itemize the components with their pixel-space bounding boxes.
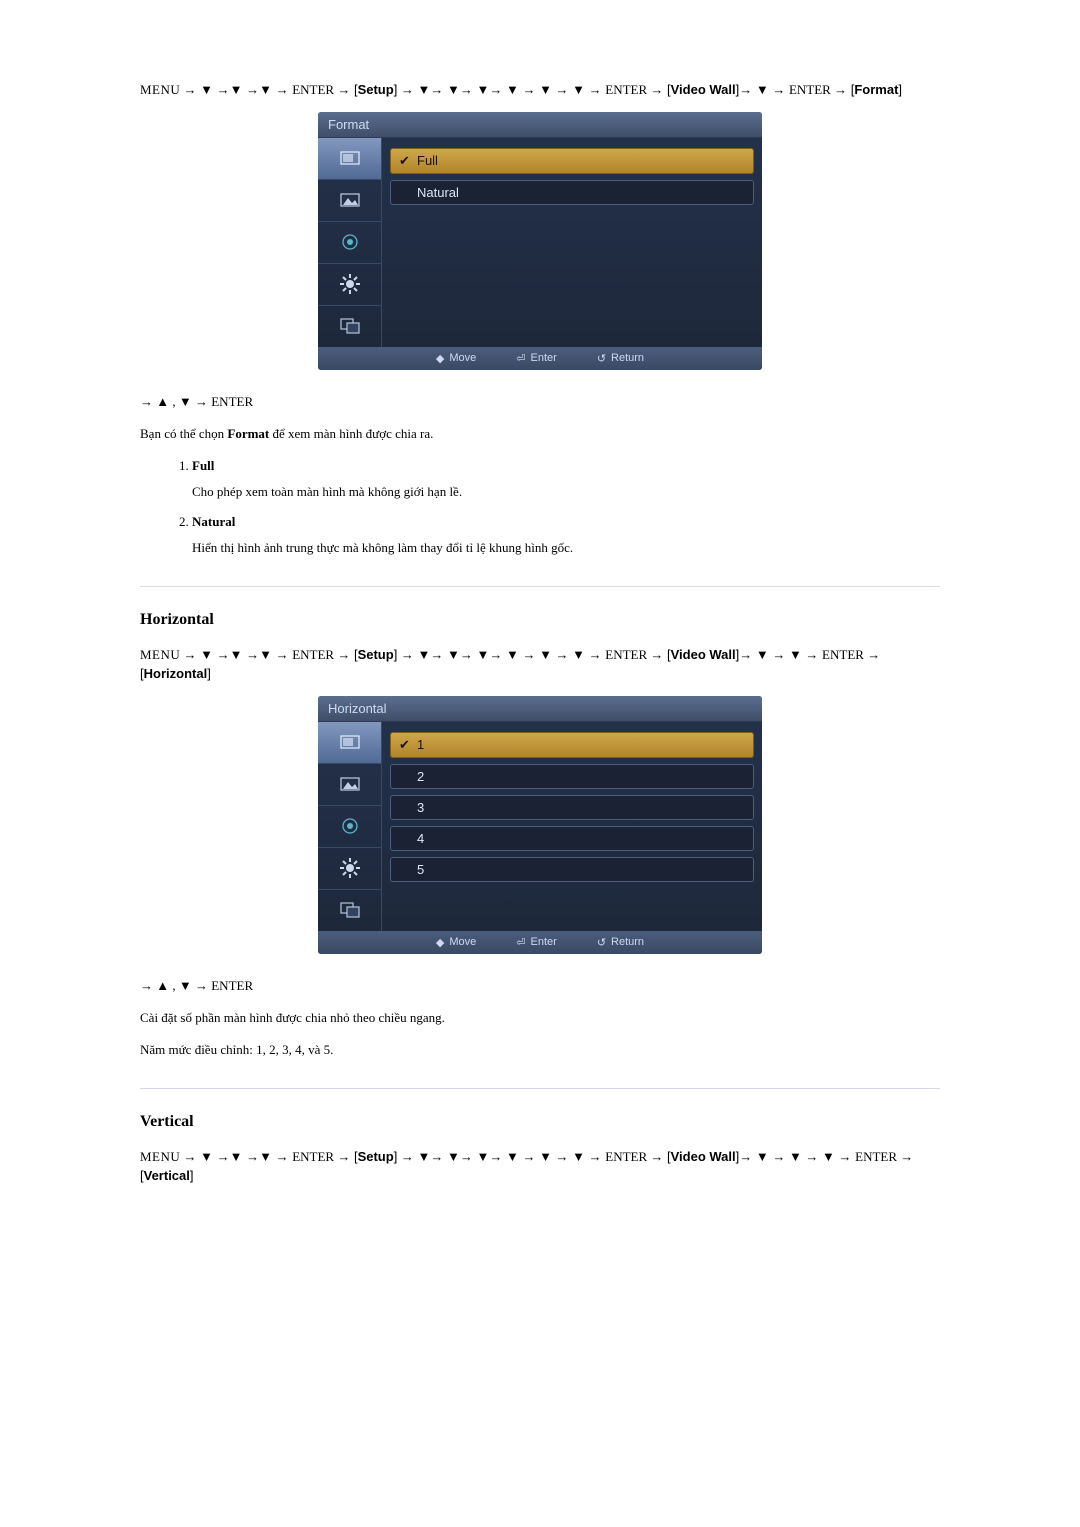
input-icon (339, 147, 361, 169)
picture-icon (339, 189, 361, 211)
osd-option-label: 5 (417, 862, 424, 877)
osd-menu-horizontal: Horizontal ✔ 1 2 3 4 5 ◆ Move (318, 696, 762, 954)
osd-sidebar (318, 138, 382, 347)
sidebar-setup[interactable] (318, 848, 382, 890)
osd-option-2[interactable]: 2 (390, 764, 754, 789)
osd-footer: ◆ Move ⏎ Enter ↺ Return (318, 931, 762, 954)
osd-option-label: 3 (417, 800, 424, 815)
footer-move: ◆ Move (436, 352, 476, 365)
separator (140, 1088, 940, 1089)
osd-option-label: Full (417, 153, 438, 168)
sidebar-sound[interactable] (318, 222, 382, 264)
osd-option-4[interactable]: 4 (390, 826, 754, 851)
input-icon (339, 731, 361, 753)
osd-title: Horizontal (318, 696, 762, 722)
osd-option-1[interactable]: ✔ 1 (390, 732, 754, 758)
check-icon: ✔ (399, 153, 409, 169)
nav-path-vertical: MENU → ▼ →▼ →▼ → ENTER → [Setup] → ▼→ ▼→… (140, 1147, 940, 1186)
enter-label: ENTER (605, 82, 647, 97)
osd-footer: ◆ Move ⏎ Enter ↺ Return (318, 347, 762, 370)
enter-label: ENTER (292, 82, 334, 97)
osd-options: ✔ Full Natural (382, 138, 762, 347)
osd-option-label: Natural (417, 185, 459, 200)
picture-icon (339, 773, 361, 795)
sidebar-sound[interactable] (318, 806, 382, 848)
gear-icon (339, 857, 361, 879)
list-item: Full Cho phép xem toàn màn hình mà không… (192, 458, 940, 500)
sidebar-picture[interactable] (318, 764, 382, 806)
format-description: Bạn có thể chọn Format để xem màn hình đ… (140, 426, 940, 442)
sidebar-input[interactable] (318, 138, 382, 180)
osd-sidebar (318, 722, 382, 931)
nav-post-horizontal: → ▲ , ▼ → ENTER (140, 978, 940, 994)
footer-return: ↺ Return (597, 936, 644, 949)
horizontal-body: Cài đặt số phần màn hình được chia nhỏ t… (140, 1010, 940, 1026)
osd-option-5[interactable]: 5 (390, 857, 754, 882)
gear-icon (339, 273, 361, 295)
desc-full: Cho phép xem toàn màn hình mà không giới… (192, 484, 940, 500)
nav-path-format: MENU → ▼ →▼ →▼ → ENTER → [Setup] → ▼→ ▼→… (140, 80, 940, 100)
format-tag: Format (854, 82, 898, 97)
osd-option-full[interactable]: ✔ Full (390, 148, 754, 174)
sidebar-multi[interactable] (318, 306, 382, 347)
multi-icon (339, 315, 361, 337)
osd-option-3[interactable]: 3 (390, 795, 754, 820)
osd-options: ✔ 1 2 3 4 5 (382, 722, 762, 931)
footer-return: ↺ Return (597, 352, 644, 365)
list-item: Natural Hiển thị hình ảnh trung thực mà … (192, 514, 940, 556)
sidebar-multi[interactable] (318, 890, 382, 931)
page: MENU → ▼ →▼ →▼ → ENTER → [Setup] → ▼→ ▼→… (0, 0, 1080, 1398)
format-definitions: Full Cho phép xem toàn màn hình mà không… (140, 458, 940, 556)
horizontal-levels: Năm mức điều chỉnh: 1, 2, 3, 4, và 5. (140, 1042, 940, 1058)
nav-post-format: → ▲ , ▼ → ENTER (140, 394, 940, 410)
videowall-tag: Video Wall (671, 82, 736, 97)
nav-path-horizontal: MENU → ▼ →▼ →▼ → ENTER → [Setup] → ▼→ ▼→… (140, 645, 940, 684)
osd-menu-format: Format (318, 112, 762, 370)
osd-title: Format (318, 112, 762, 138)
sound-icon (339, 231, 361, 253)
sidebar-picture[interactable] (318, 180, 382, 222)
term-full: Full (192, 458, 940, 474)
sound-icon (339, 815, 361, 837)
footer-enter: ⏎ Enter (516, 352, 557, 365)
setup-tag: Setup (358, 82, 394, 97)
desc-natural: Hiển thị hình ảnh trung thực mà không là… (192, 540, 940, 556)
osd-option-label: 2 (417, 769, 424, 784)
heading-vertical: Vertical (140, 1113, 940, 1131)
heading-horizontal: Horizontal (140, 611, 940, 629)
enter-label: ENTER (789, 82, 831, 97)
osd-option-natural[interactable]: Natural (390, 180, 754, 205)
footer-move: ◆ Move (436, 936, 476, 949)
term-natural: Natural (192, 514, 940, 530)
arrow-sequence: → ▼ →▼ →▼ → (184, 82, 293, 97)
menu-label: MENU (140, 82, 180, 97)
osd-body: ✔ Full Natural (318, 138, 762, 347)
separator (140, 586, 940, 587)
osd-option-label: 1 (417, 737, 424, 752)
check-icon: ✔ (399, 737, 409, 753)
osd-body: ✔ 1 2 3 4 5 (318, 722, 762, 931)
multi-icon (339, 899, 361, 921)
footer-enter: ⏎ Enter (516, 936, 557, 949)
sidebar-setup[interactable] (318, 264, 382, 306)
osd-option-label: 4 (417, 831, 424, 846)
sidebar-input[interactable] (318, 722, 382, 764)
